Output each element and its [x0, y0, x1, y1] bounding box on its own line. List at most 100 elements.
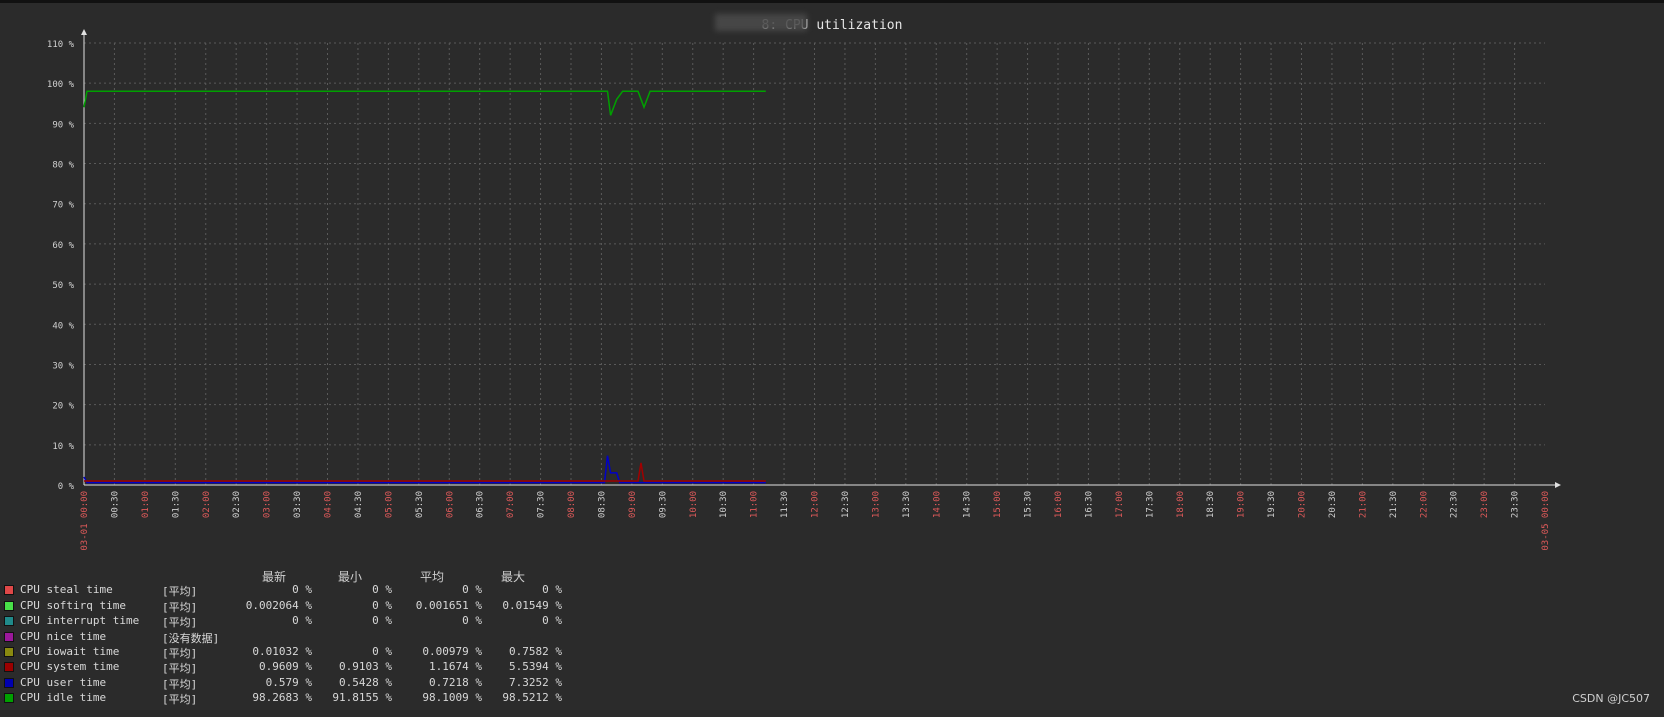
- legend-item-value: 0.9609 %: [259, 660, 312, 674]
- y-tick-label: 30 %: [52, 361, 74, 371]
- y-tick-label: 100 %: [47, 80, 75, 90]
- legend-item-value: 0.00979 %: [422, 644, 482, 658]
- x-tick-label: 10:00: [689, 491, 699, 518]
- legend-row: CPU interrupt time [平均] 0 % 0 % 0 % 0 %: [0, 614, 620, 629]
- legend-item-value: 0.01549 %: [502, 598, 562, 612]
- y-tick-label: 90 %: [52, 120, 74, 130]
- series-line: [84, 462, 766, 482]
- x-tick-label: 17:00: [1115, 491, 1125, 518]
- x-tick-label: 19:30: [1267, 491, 1277, 518]
- x-tick-label: 16:00: [1054, 491, 1064, 518]
- legend-item-function: [平均]: [162, 693, 198, 707]
- x-tick-label: 01:30: [171, 491, 181, 518]
- legend-item-name: CPU idle time: [20, 691, 107, 705]
- x-tick-label: 16:30: [1084, 491, 1094, 518]
- legend-item-value: 0.7582 %: [509, 644, 562, 658]
- y-tick-label: 0 %: [58, 482, 75, 492]
- legend-item-function: [平均]: [162, 662, 198, 676]
- legend-item-value: 5.5394 %: [509, 660, 562, 674]
- x-tick-label: 22:30: [1450, 491, 1460, 518]
- legend-item-value: 0.579 %: [265, 675, 312, 689]
- x-tick-label: 03:30: [293, 491, 303, 518]
- x-tick-label: 06:30: [476, 491, 486, 518]
- legend-item-value: 0 %: [292, 614, 312, 628]
- legend-item-value: 0 %: [372, 598, 392, 612]
- legend-color-swatch: [4, 677, 14, 688]
- y-tick-label: 70 %: [52, 201, 74, 211]
- legend-color-swatch: [4, 616, 14, 627]
- legend-item-value: 7.3252 %: [509, 675, 562, 689]
- x-tick-label: 11:30: [780, 491, 790, 518]
- legend-item-name: CPU interrupt time: [20, 614, 140, 628]
- x-tick-label: 09:30: [658, 491, 668, 518]
- x-tick-label: 03-05 00:00: [1541, 491, 1551, 551]
- legend-row: CPU system time [平均] 0.9609 % 0.9103 % 1.167…: [0, 660, 620, 675]
- x-tick-label: 12:30: [841, 491, 851, 518]
- y-tick-label: 40 %: [52, 321, 74, 331]
- x-tick-label: 02:30: [232, 491, 242, 518]
- legend-item-name: CPU softirq time: [20, 598, 126, 612]
- legend-item-value: 91.8155 %: [332, 691, 392, 705]
- y-tick-label: 60 %: [52, 241, 74, 251]
- y-tick-label: 10 %: [52, 442, 74, 452]
- legend-item-value: 0 %: [372, 644, 392, 658]
- legend-item-value: 0 %: [292, 583, 312, 597]
- legend-item-value: 0 %: [542, 583, 562, 597]
- x-tick-label: 22:00: [1419, 491, 1429, 518]
- legend-row: CPU idle time [平均] 98.2683 % 91.8155 % 98.10…: [0, 691, 620, 706]
- x-tick-label: 10:30: [719, 491, 729, 518]
- legend-row: CPU iowait time [平均] 0.01032 % 0 % 0.00979 %…: [0, 645, 620, 660]
- x-tick-label: 03-01 00:00: [80, 491, 90, 551]
- legend-row: CPU user time [平均] 0.579 % 0.5428 % 0.7218 %…: [0, 676, 620, 691]
- x-tick-label: 04:30: [354, 491, 364, 518]
- x-tick-label: 07:00: [506, 491, 516, 518]
- cpu-utilization-chart: 8: CPU utilization0 %10 %20 %30 %40 %50 …: [47, 18, 1561, 551]
- x-tick-label: 13:00: [871, 491, 881, 518]
- y-tick-label: 110 %: [47, 40, 75, 50]
- y-axis-arrow: [81, 29, 87, 35]
- x-tick-label: 08:30: [597, 491, 607, 518]
- redacted-host-name: [715, 14, 807, 31]
- x-tick-label: 08:00: [567, 491, 577, 518]
- legend-item-function: [没有数据]: [162, 631, 220, 645]
- legend-item-value: 0.002064 %: [245, 598, 312, 612]
- legend-item-value: 0.01032 %: [252, 644, 312, 658]
- x-tick-label: 21:30: [1389, 491, 1399, 518]
- y-tick-label: 50 %: [52, 281, 74, 291]
- legend-color-swatch: [4, 631, 14, 642]
- x-tick-label: 15:00: [993, 491, 1003, 518]
- legend-item-value: 0.001651 %: [415, 598, 482, 612]
- x-tick-label: 03:00: [263, 491, 273, 518]
- legend-item-function: [平均]: [162, 677, 198, 691]
- legend-item-name: CPU system time: [20, 660, 120, 674]
- x-tick-label: 07:30: [537, 491, 547, 518]
- legend-color-swatch: [4, 600, 14, 611]
- legend-item-function: [平均]: [162, 646, 198, 660]
- x-tick-label: 09:00: [628, 491, 638, 518]
- x-tick-label: 19:00: [1237, 491, 1247, 518]
- x-tick-label: 04:00: [324, 491, 334, 518]
- legend-header: 最新 最小 平均 最大: [0, 568, 620, 584]
- x-tick-label: 23:30: [1511, 491, 1521, 518]
- legend-item-name: CPU iowait time: [20, 644, 120, 658]
- x-tick-label: 14:00: [932, 491, 942, 518]
- x-tick-label: 20:30: [1328, 491, 1338, 518]
- legend-item-name: CPU nice time: [20, 629, 107, 643]
- x-tick-label: 12:00: [811, 491, 821, 518]
- watermark: CSDN @JC507: [1572, 692, 1650, 705]
- legend-item-value: 0 %: [462, 614, 482, 628]
- legend-row: CPU softirq time [平均] 0.002064 % 0 % 0.00165…: [0, 599, 620, 614]
- legend-row: CPU steal time [平均] 0 % 0 % 0 % 0 %: [0, 583, 620, 598]
- legend-item-value: 98.2683 %: [252, 691, 312, 705]
- legend-item-value: 0 %: [542, 614, 562, 628]
- x-tick-label: 20:00: [1298, 491, 1308, 518]
- legend-item-value: 98.5212 %: [502, 691, 562, 705]
- legend-item-value: 0.9103 %: [339, 660, 392, 674]
- y-tick-label: 80 %: [52, 161, 74, 171]
- series-line: [83, 455, 766, 484]
- x-tick-label: 13:30: [902, 491, 912, 518]
- legend-color-swatch: [4, 646, 14, 657]
- x-axis-arrow: [1555, 482, 1561, 488]
- x-tick-label: 05:30: [415, 491, 425, 518]
- x-tick-label: 15:30: [1024, 491, 1034, 518]
